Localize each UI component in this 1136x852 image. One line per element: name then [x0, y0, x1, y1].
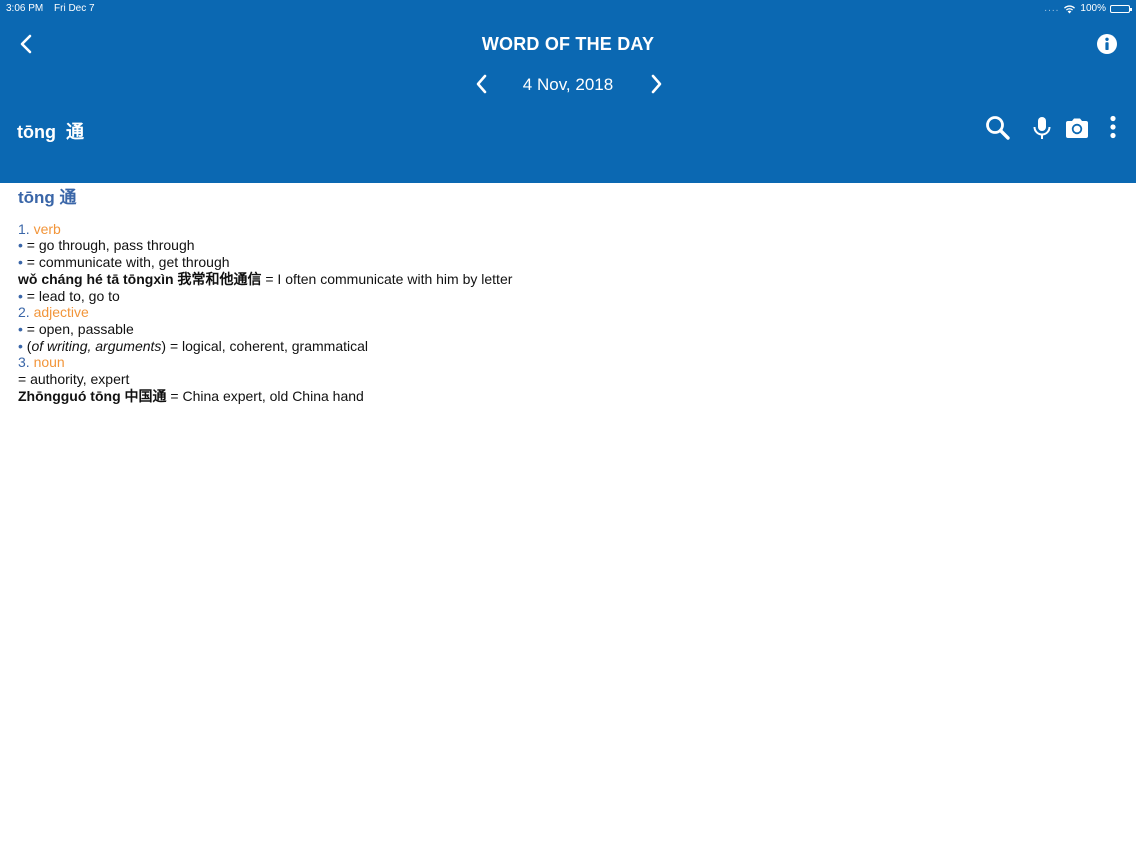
definition-line: • = communicate with, get through [18, 254, 1118, 271]
header-word: tōng 通 [17, 118, 84, 144]
part-of-speech: noun [33, 354, 65, 371]
more-vertical-icon [1110, 115, 1116, 139]
bullet: • [18, 237, 23, 254]
header-word-hanzi: 通 [66, 122, 84, 142]
definition-text: = open, passable [26, 320, 134, 337]
bullet: • [18, 254, 23, 271]
example-translation: = I often communicate with him by letter [261, 270, 513, 287]
status-time: 3:06 PM [6, 3, 44, 14]
definition-line: • (of writing, arguments) = logical, coh… [18, 338, 1118, 355]
search-button[interactable] [984, 114, 1012, 142]
part-of-speech: adjective [33, 304, 89, 321]
wifi-icon [1064, 4, 1076, 13]
date-navigator: 4 Nov, 2018 [468, 70, 668, 98]
definition-text: ) = logical, coherent, grammatical [161, 337, 369, 354]
camera-icon [1066, 118, 1088, 138]
example-translation: = China expert, old China hand [166, 387, 364, 404]
definition-text: = go through, pass through [26, 237, 195, 254]
sense-heading: 3. noun [18, 354, 1118, 371]
status-bar: 3:06 PM Fri Dec 7 .... 100% [0, 0, 1136, 18]
next-day-button[interactable] [644, 72, 668, 96]
definition-line: • = lead to, go to [18, 288, 1118, 305]
page-title: WORD OF THE DAY [481, 34, 655, 54]
status-indicators: .... 100% [1044, 3, 1132, 14]
definition-line: • = open, passable [18, 321, 1118, 338]
cellular-signal-icon: .... [1044, 3, 1060, 14]
microphone-icon [1033, 117, 1051, 139]
sense-heading: 2. adjective [18, 304, 1118, 321]
app-header: 3:06 PM Fri Dec 7 .... 100% WORD OF THE … [0, 0, 1136, 183]
bullet: • [18, 287, 23, 304]
definition-text: = lead to, go to [26, 287, 120, 304]
camera-search-button[interactable] [1063, 114, 1091, 142]
example-line: Zhōngguó tōng 中国通 = China expert, old Ch… [18, 388, 1118, 405]
previous-day-button[interactable] [470, 72, 494, 96]
definition-line: = authority, expert [18, 371, 1118, 388]
status-date: Fri Dec 7 [54, 3, 95, 14]
battery-percent: 100% [1080, 3, 1106, 14]
definition-text: = authority, expert [18, 371, 130, 388]
usage-note: of writing, arguments [31, 337, 162, 354]
chevron-left-icon [476, 74, 487, 94]
entry-headword: tōng 通 [18, 188, 77, 207]
info-icon [1097, 34, 1117, 54]
dictionary-entry: tōng 通 1. verb • = go through, pass thro… [18, 188, 1118, 405]
more-options-button[interactable] [1100, 114, 1128, 142]
part-of-speech: verb [33, 220, 61, 237]
chevron-right-icon [651, 74, 662, 94]
bullet: • [18, 320, 23, 337]
sense-number: 3. [18, 354, 30, 371]
battery-icon [1110, 4, 1132, 13]
header-word-pinyin: tōng [17, 122, 56, 142]
definition-line: • = go through, pass through [18, 237, 1118, 254]
sense-heading: 1. verb [18, 221, 1118, 238]
definition-text: = communicate with, get through [26, 254, 230, 271]
sense-number: 1. [18, 220, 30, 237]
example-phrase: wǒ cháng hé tā tōngxìn 我常和他通信 [18, 270, 262, 287]
sense-number: 2. [18, 304, 30, 321]
example-phrase: Zhōngguó tōng 中国通 [18, 387, 167, 404]
info-button[interactable] [1096, 33, 1118, 55]
search-icon [986, 116, 1010, 140]
voice-search-button[interactable] [1028, 114, 1056, 142]
example-line: wǒ cháng hé tā tōngxìn 我常和他通信 = I often … [18, 271, 1118, 288]
current-date: 4 Nov, 2018 [522, 75, 614, 94]
